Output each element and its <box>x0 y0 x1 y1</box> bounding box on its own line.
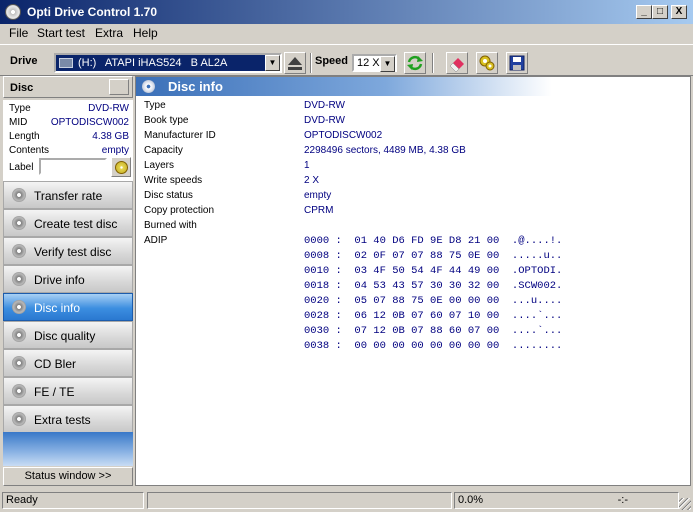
close-button[interactable]: X <box>671 5 687 19</box>
disc-info-panel: Disc info Type DVD-RW Book type DVD-RW Man… <box>135 76 691 486</box>
disc-info-header: Disc info <box>136 77 552 96</box>
disc-icon <box>12 328 26 342</box>
info-row-manufacturer-id: Manufacturer ID OPTODISCW002 <box>144 130 383 141</box>
eject-button[interactable] <box>284 52 306 74</box>
status-bar: Ready 0.0% -:- <box>0 490 693 512</box>
disc-icon <box>12 272 26 286</box>
eject-icon <box>288 57 302 70</box>
menu-extra[interactable]: Extra <box>95 26 123 40</box>
drive-icon <box>59 58 73 68</box>
info-row-type: Type DVD-RW <box>144 100 345 111</box>
cd-icon <box>115 161 128 174</box>
disc-prop-type: Type DVD-RW <box>9 103 129 114</box>
menu-file[interactable]: File <box>9 26 28 40</box>
adip-hex-line: 0030 : 07 12 0B 07 88 60 07 00 ....`... <box>304 325 563 337</box>
status-window-button[interactable]: Status window >> <box>3 467 133 486</box>
disc-icon <box>12 412 26 426</box>
disc-prop-length: Length 4.38 GB <box>9 131 129 142</box>
disc-icon <box>12 300 26 314</box>
save-icon <box>509 55 525 71</box>
settings-icon <box>479 55 495 71</box>
title-bar: Opti Drive Control 1.70 _ □ X <box>0 0 693 24</box>
info-row-burned-with: Burned with <box>144 220 197 231</box>
toolbar: Drive (H:) ATAPI iHAS524 B AL2A ▼ Speed … <box>0 44 693 76</box>
label-caption: Label <box>9 162 34 173</box>
label-cd-button[interactable] <box>111 157 131 177</box>
info-row-layers: Layers 1 <box>144 160 310 171</box>
menu-start-test[interactable]: Start test <box>37 26 85 40</box>
speed-label: Speed <box>315 55 349 67</box>
disc-panel-toggle[interactable] <box>109 79 129 95</box>
disc-icon <box>12 216 26 230</box>
drive-label: Drive <box>10 55 38 67</box>
adip-hex-line: 0018 : 04 53 43 57 30 30 32 00 .SCW002. <box>304 280 563 292</box>
nav-fe-te[interactable]: FE / TE <box>3 377 133 405</box>
minimize-button[interactable]: _ <box>636 5 652 19</box>
info-row-disc-status: Disc status empty <box>144 190 332 201</box>
progress-bar <box>147 492 452 509</box>
window-title: Opti Drive Control 1.70 <box>27 5 158 19</box>
adip-hex-line: 0010 : 03 4F 50 54 4F 44 49 00 .OPTODI. <box>304 265 563 277</box>
erase-button[interactable] <box>446 52 468 74</box>
progress-text: 0.0% <box>458 494 484 506</box>
label-input[interactable] <box>39 158 107 175</box>
nav-disc-info[interactable]: Disc info <box>3 293 133 321</box>
progress-cell: 0.0% -:- <box>454 492 679 509</box>
disc-icon <box>12 384 26 398</box>
adip-hex-line: 0008 : 02 0F 07 07 88 75 0E 00 .....u.. <box>304 250 563 262</box>
info-row-capacity: Capacity 2298496 sectors, 4489 MB, 4.38 G… <box>144 145 466 156</box>
disc-icon <box>12 356 26 370</box>
status-text-cell: Ready <box>2 492 144 509</box>
toolbar-separator <box>432 53 434 73</box>
menu-help[interactable]: Help <box>133 26 158 40</box>
left-panel: Disc Type DVD-RW MID OPTODISCW002 Length… <box>3 76 133 486</box>
disc-panel-title: Disc <box>10 82 34 94</box>
nav-extra-tests[interactable]: Extra tests <box>3 405 133 433</box>
drive-select[interactable]: (H:) ATAPI iHAS524 B AL2A ▼ <box>54 53 282 73</box>
maximize-button[interactable]: □ <box>652 5 668 19</box>
disc-icon <box>12 188 26 202</box>
disc-icon <box>142 80 155 93</box>
adip-hex-line: 0000 : 01 40 D6 FD 9E D8 21 00 .@....!. <box>304 235 563 247</box>
info-row-copy-protection: Copy protection CPRM <box>144 205 334 216</box>
save-button[interactable] <box>506 52 528 74</box>
info-row-write-speeds: Write speeds 2 X <box>144 175 320 186</box>
adip-hex-line: 0020 : 05 07 88 75 0E 00 00 00 ...u.... <box>304 295 563 307</box>
info-row-book-type: Book type DVD-RW <box>144 115 345 126</box>
refresh-button[interactable] <box>404 52 426 74</box>
chevron-down-icon[interactable]: ▼ <box>380 56 395 72</box>
disc-panel-header: Disc <box>3 76 133 98</box>
nav-cd-bler[interactable]: CD Bler <box>3 349 133 377</box>
status-text: Ready <box>6 494 38 506</box>
settings-button[interactable] <box>476 52 498 74</box>
disc-prop-mid: MID OPTODISCW002 <box>9 117 129 128</box>
nav-empty-area <box>3 432 133 466</box>
disc-info-title: Disc info <box>168 79 223 94</box>
nav-verify-test-disc[interactable]: Verify test disc <box>3 237 133 265</box>
chevron-down-icon[interactable]: ▼ <box>265 55 280 71</box>
adip-hex-line: 0038 : 00 00 00 00 00 00 00 00 ........ <box>304 340 563 352</box>
speed-select[interactable]: 12 X ▼ <box>352 54 397 72</box>
nav-drive-info[interactable]: Drive info <box>3 265 133 293</box>
time-text: -:- <box>617 494 628 506</box>
nav-transfer-rate[interactable]: Transfer rate <box>3 181 133 209</box>
erase-icon <box>449 58 464 73</box>
refresh-icon <box>407 55 423 71</box>
toolbar-separator <box>310 53 312 73</box>
speed-select-value: 12 X <box>357 57 380 69</box>
app-disc-icon <box>5 4 21 20</box>
adip-hex-line: 0028 : 06 12 0B 07 60 07 10 00 ....`... <box>304 310 563 322</box>
nav-create-test-disc[interactable]: Create test disc <box>3 209 133 237</box>
drive-select-value: (H:) ATAPI iHAS524 B AL2A <box>78 57 228 69</box>
resize-grip[interactable] <box>679 498 691 510</box>
nav-disc-quality[interactable]: Disc quality <box>3 321 133 349</box>
menu-bar: File Start test Extra Help <box>0 24 693 43</box>
disc-icon <box>12 244 26 258</box>
